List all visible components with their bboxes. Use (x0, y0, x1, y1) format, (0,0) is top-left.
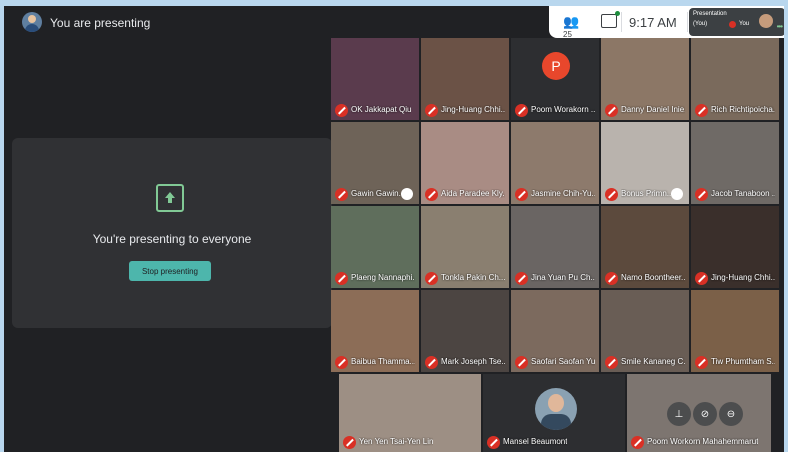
raised-hand-icon (401, 188, 413, 200)
participant-name: Poom Worakorn ... (531, 105, 595, 114)
meet-window: You are presenting 👥25 9:17 AM Presentat… (4, 6, 784, 452)
participant-tile[interactable]: Jasmine Chih-Yu... (511, 122, 599, 204)
mic-off-icon (695, 272, 708, 285)
participant-name: Poom Workorn Mahahemmarut (647, 437, 759, 446)
divider (687, 12, 688, 32)
participant-tile[interactable]: Tiw Phumtham S... (691, 290, 779, 372)
mic-off-icon (335, 272, 348, 285)
participant-name: Plaeng Nannaphi... (351, 273, 415, 282)
participant-tile[interactable]: Jing-Huang Chhi... (421, 38, 509, 120)
presenter-avatar (22, 12, 42, 32)
mic-off-icon (695, 104, 708, 117)
participant-tile[interactable]: Plaeng Nannaphi... (331, 206, 419, 288)
mic-off-icon (425, 356, 438, 369)
participant-tile[interactable]: Aida Paradee Kly... (421, 122, 509, 204)
mic-off-icon (605, 104, 618, 117)
mic-off-icon (515, 356, 528, 369)
participant-grid: OK Jakkapat Qiu Jing-Huang Chhi... P Poom… (331, 38, 781, 452)
top-bar: You are presenting 👥25 9:17 AM Presentat… (4, 6, 784, 39)
chat-icon[interactable] (601, 11, 620, 28)
clock-time: 9:17 AM (629, 15, 677, 30)
mic-off-icon (631, 436, 644, 449)
participant-name: Tonkla Pakin Ch... (441, 273, 505, 282)
participant-tile[interactable]: Namo Boontheer... (601, 206, 689, 288)
presentation-card: You're presenting to everyone Stop prese… (12, 138, 332, 328)
mic-off-icon (335, 356, 348, 369)
mic-off-icon (425, 188, 438, 201)
self-view-tile[interactable]: Presentation (You) You ••• (689, 8, 784, 36)
participant-name: Jing-Huang Chhi... (711, 273, 775, 282)
participant-name: Baibua Thamma... (351, 357, 415, 366)
participant-name: Jina Yuan Pu Ch... (531, 273, 595, 282)
mic-off-icon (695, 188, 708, 201)
participant-name: Yen Yen Tsai-Yen Lin (359, 437, 434, 446)
self-view-sub: (You) (693, 21, 708, 27)
mic-off-icon (729, 21, 736, 28)
participant-name: Mansel Beaumont (503, 437, 568, 446)
self-view-label: Presentation (693, 11, 727, 17)
meeting-toolbar: 👥25 9:17 AM Presentation (You) You ••• (549, 6, 784, 39)
participant-name: Tiw Phumtham S... (711, 357, 775, 366)
participant-tile[interactable]: Saofari Saofan Yu (511, 290, 599, 372)
participant-tile[interactable]: Jacob Tanaboon ... (691, 122, 779, 204)
participant-name: Danny Daniel Inie... (621, 105, 685, 114)
mic-off-icon (515, 104, 528, 117)
participant-tile[interactable]: Bonus Primn... (601, 122, 689, 204)
participant-name: Bonus Primn... (621, 189, 674, 198)
participant-name: Rich Richtipoicha... (711, 105, 775, 114)
self-view-you: You (739, 21, 750, 27)
pin-icon[interactable]: ⊥ (667, 402, 691, 426)
mic-off-icon (343, 436, 356, 449)
mic-off-icon (335, 188, 348, 201)
presenting-title: You are presenting (50, 16, 151, 30)
mic-off-icon (515, 188, 528, 201)
participant-avatar: P (542, 52, 570, 80)
presenting-message: You're presenting to everyone (92, 232, 252, 246)
mic-off-icon (425, 272, 438, 285)
participant-name: Jing-Huang Chhi... (441, 105, 505, 114)
stop-presenting-button[interactable]: Stop presenting (129, 261, 211, 281)
raised-hand-icon (671, 188, 683, 200)
people-button[interactable]: 👥25 (563, 14, 585, 39)
participant-tile[interactable]: Tonkla Pakin Ch... (421, 206, 509, 288)
participant-tile[interactable]: Yen Yen Tsai-Yen Lin (339, 374, 481, 452)
participant-tile[interactable]: Gawin Gawin... (331, 122, 419, 204)
participant-tile[interactable]: Jing-Huang Chhi... (691, 206, 779, 288)
self-video (759, 14, 773, 28)
mic-off-icon (605, 188, 618, 201)
participant-avatar (535, 388, 577, 430)
participant-name: OK Jakkapat Qiu (351, 105, 412, 114)
participant-tile[interactable]: ⊥ ⊘ ⊖ Poom Workorn Mahahemmarut (627, 374, 771, 452)
remove-icon[interactable]: ⊖ (719, 402, 743, 426)
participant-name: Jasmine Chih-Yu... (531, 189, 595, 198)
participant-name: Gawin Gawin... (351, 189, 406, 198)
audio-level-icon: ••• (776, 22, 783, 31)
participant-name: Jacob Tanaboon ... (711, 189, 775, 198)
mic-off-icon (515, 272, 528, 285)
participant-name: Mark Joseph Tse... (441, 357, 505, 366)
mic-off-icon (425, 104, 438, 117)
participant-tile[interactable]: Jina Yuan Pu Ch... (511, 206, 599, 288)
mic-off-icon (335, 104, 348, 117)
participant-name: Aida Paradee Kly... (441, 189, 505, 198)
participant-tile[interactable]: OK Jakkapat Qiu (331, 38, 419, 120)
participant-tile[interactable]: Danny Daniel Inie... (601, 38, 689, 120)
participant-tile[interactable]: Rich Richtipoicha... (691, 38, 779, 120)
mic-off-icon (695, 356, 708, 369)
present-screen-icon (156, 184, 184, 212)
participant-tile[interactable]: Mansel Beaumont (483, 374, 625, 452)
mic-off-icon (605, 356, 618, 369)
people-icon: 👥 (563, 14, 580, 29)
participant-name: Saofari Saofan Yu (531, 357, 595, 366)
mic-off-icon (605, 272, 618, 285)
participant-tile[interactable]: Baibua Thamma... (331, 290, 419, 372)
participant-tile[interactable]: Smile Kananeg C... (601, 290, 689, 372)
participant-tile[interactable]: Mark Joseph Tse... (421, 290, 509, 372)
participant-tile[interactable]: P Poom Worakorn ... (511, 38, 599, 120)
participant-name: Namo Boontheer... (621, 273, 685, 282)
divider (621, 12, 622, 32)
mute-icon[interactable]: ⊘ (693, 402, 717, 426)
mic-off-icon (487, 436, 500, 449)
participant-name: Smile Kananeg C... (621, 357, 685, 366)
